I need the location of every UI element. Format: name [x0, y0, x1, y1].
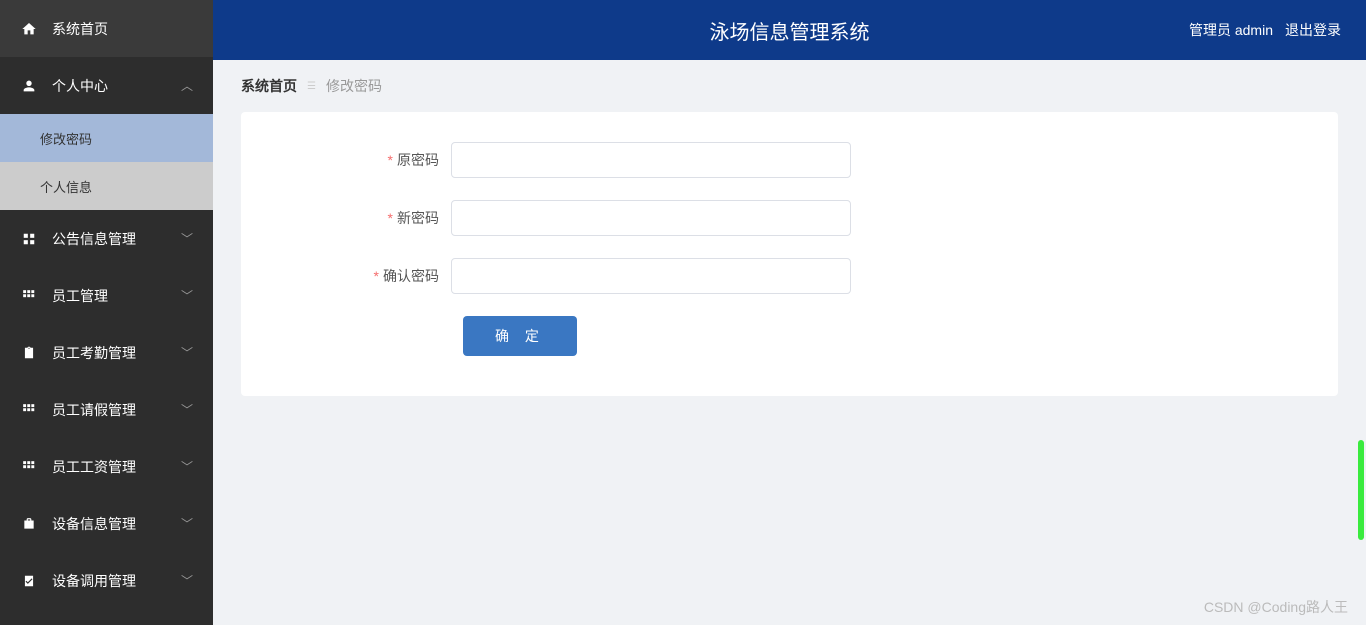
chevron-down-icon: ﹀: [181, 401, 193, 418]
sidebar-item-home[interactable]: 系统首页: [0, 0, 213, 57]
sidebar-item-announcement[interactable]: 公告信息管理 ﹀: [0, 210, 213, 267]
breadcrumb-current: 修改密码: [326, 76, 382, 96]
logout-link[interactable]: 退出登录: [1285, 20, 1341, 40]
chevron-up-icon: ︿: [181, 77, 193, 94]
scrollbar-indicator: [1358, 440, 1364, 540]
breadcrumb-separator-icon: ☰: [307, 81, 316, 92]
sidebar-item-attendance[interactable]: 员工考勤管理 ﹀: [0, 324, 213, 381]
chevron-down-icon: ﹀: [181, 230, 193, 247]
header: 泳场信息管理系统 管理员 admin 退出登录: [213, 0, 1366, 60]
grid-icon: [20, 460, 38, 474]
confirm-password-input[interactable]: [451, 258, 851, 294]
breadcrumb: 系统首页 ☰ 修改密码: [213, 60, 1366, 112]
main-area: 泳场信息管理系统 管理员 admin 退出登录 系统首页 ☰ 修改密码 *原密码…: [213, 0, 1366, 625]
sidebar-item-leave[interactable]: 员工请假管理 ﹀: [0, 381, 213, 438]
submenu-item-label: 个人信息: [40, 177, 92, 196]
checklist-icon: [20, 574, 38, 588]
sidebar-item-label: 个人中心: [52, 76, 181, 96]
old-password-label: *原密码: [281, 150, 451, 170]
form-panel: *原密码 *新密码 *确认密码 确 定: [241, 112, 1338, 396]
sidebar-item-label: 设备调用管理: [52, 571, 181, 591]
sidebar-item-equipment-usage[interactable]: 设备调用管理 ﹀: [0, 552, 213, 609]
chevron-down-icon: ﹀: [181, 572, 193, 589]
submenu-item-profile[interactable]: 个人信息: [0, 162, 213, 210]
form-row-old-password: *原密码: [281, 142, 1298, 178]
home-icon: [20, 21, 38, 37]
sidebar-item-label: 系统首页: [52, 19, 193, 39]
submenu-item-label: 修改密码: [40, 129, 92, 148]
clipboard-icon: [20, 346, 38, 360]
sidebar-item-label: 员工工资管理: [52, 457, 181, 477]
form-actions: 确 定: [281, 316, 1298, 356]
user-icon: [20, 78, 38, 94]
form-row-new-password: *新密码: [281, 200, 1298, 236]
confirm-password-label: *确认密码: [281, 266, 451, 286]
sidebar-item-employee[interactable]: 员工管理 ﹀: [0, 267, 213, 324]
old-password-input[interactable]: [451, 142, 851, 178]
submenu-item-change-password[interactable]: 修改密码: [0, 114, 213, 162]
sidebar-item-equipment[interactable]: 设备信息管理 ﹀: [0, 495, 213, 552]
sidebar-item-label: 员工管理: [52, 286, 181, 306]
header-user-area: 管理员 admin 退出登录: [1189, 20, 1341, 40]
form-row-confirm-password: *确认密码: [281, 258, 1298, 294]
submit-button[interactable]: 确 定: [463, 316, 577, 356]
sidebar-item-label: 公告信息管理: [52, 229, 181, 249]
chevron-down-icon: ﹀: [181, 287, 193, 304]
grid-icon: [20, 289, 38, 303]
submenu-personal: 修改密码 个人信息: [0, 114, 213, 210]
user-label[interactable]: 管理员 admin: [1189, 20, 1273, 40]
sidebar-item-personal[interactable]: 个人中心 ︿: [0, 57, 213, 114]
briefcase-icon: [20, 517, 38, 531]
new-password-input[interactable]: [451, 200, 851, 236]
breadcrumb-home[interactable]: 系统首页: [241, 76, 297, 96]
chevron-down-icon: ﹀: [181, 344, 193, 361]
sidebar-item-salary[interactable]: 员工工资管理 ﹀: [0, 438, 213, 495]
sidebar-item-label: 员工请假管理: [52, 400, 181, 420]
new-password-label: *新密码: [281, 208, 451, 228]
sidebar-item-label: 员工考勤管理: [52, 343, 181, 363]
grid-icon: [20, 403, 38, 417]
chevron-down-icon: ﹀: [181, 515, 193, 532]
chevron-down-icon: ﹀: [181, 458, 193, 475]
grid-icon: [20, 232, 38, 246]
sidebar-item-label: 设备信息管理: [52, 514, 181, 534]
sidebar: 系统首页 个人中心 ︿ 修改密码 个人信息 公告信息管理 ﹀: [0, 0, 213, 625]
